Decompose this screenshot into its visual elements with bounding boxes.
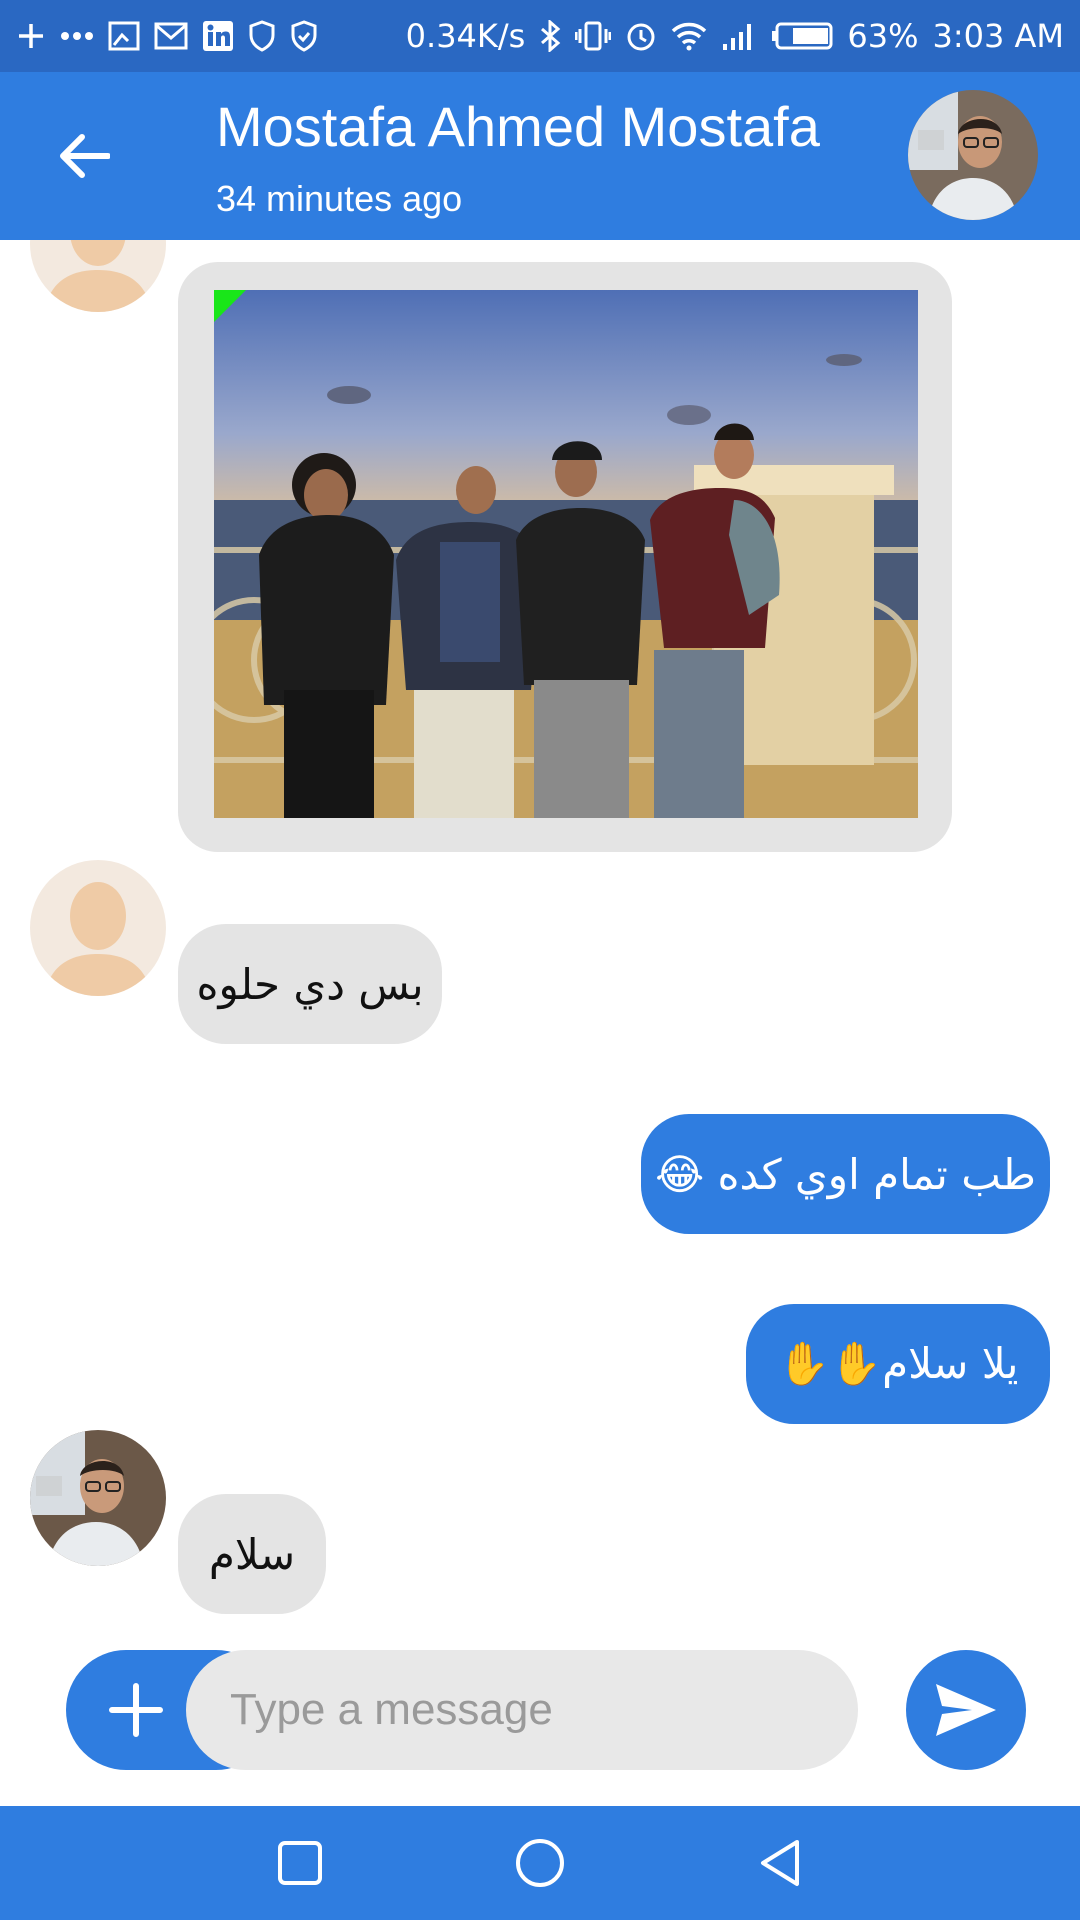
outgoing-message[interactable]: يلا سلام✋✋ — [746, 1304, 1050, 1424]
status-right-icons: 0.34K/s 63% 3:03 AM — [406, 17, 1064, 55]
battery-percent: 63% — [847, 17, 919, 55]
status-left-icons — [16, 20, 318, 52]
shield-check-icon — [290, 20, 318, 52]
contact-avatar-placeholder — [30, 860, 166, 996]
message-text: بس دي حلوه — [196, 959, 424, 1009]
home-button[interactable] — [500, 1823, 580, 1903]
message-input[interactable] — [186, 1650, 858, 1770]
more-dots-icon — [60, 31, 94, 41]
outgoing-message[interactable]: طب تمام اوي كده 😂 — [641, 1114, 1050, 1234]
plus-icon — [16, 21, 46, 51]
message-composer — [0, 1640, 1080, 1806]
linkedin-icon — [202, 20, 234, 52]
message-list[interactable]: بس دي حلوه طب تمام اوي كده 😂 يلا سلام✋✋ … — [0, 240, 1080, 1640]
plus-icon — [109, 1683, 163, 1737]
alarm-icon — [625, 20, 657, 52]
send-icon — [936, 1684, 996, 1736]
vibrate-icon — [575, 20, 612, 52]
bluetooth-icon — [539, 20, 561, 52]
send-button[interactable] — [906, 1650, 1026, 1770]
cast-icon — [108, 21, 140, 51]
clock: 3:03 AM — [932, 17, 1064, 55]
recents-button[interactable] — [260, 1823, 340, 1903]
status-bar: 0.34K/s 63% 3:03 AM — [0, 0, 1080, 72]
message-text: طب تمام اوي كده 😂 — [655, 1149, 1036, 1199]
circle-icon — [516, 1839, 564, 1887]
arrow-left-icon — [60, 134, 110, 178]
shared-photo[interactable] — [214, 290, 918, 818]
battery-icon — [771, 21, 833, 51]
triangle-back-icon — [761, 1840, 799, 1886]
contact-avatar-placeholder — [30, 240, 166, 312]
back-button[interactable] — [44, 116, 124, 196]
message-text: يلا سلام✋✋ — [777, 1339, 1019, 1388]
square-icon — [278, 1841, 322, 1885]
signal-icon — [721, 20, 757, 52]
incoming-message[interactable]: سلام — [178, 1494, 326, 1614]
contact-avatar[interactable] — [30, 1430, 166, 1566]
image-message[interactable] — [178, 262, 952, 852]
attach-button[interactable] — [66, 1650, 206, 1770]
system-nav-bar — [0, 1806, 1080, 1920]
network-speed: 0.34K/s — [405, 17, 526, 55]
last-seen: 34 minutes ago — [216, 178, 463, 219]
contact-avatar[interactable] — [908, 90, 1038, 220]
gmail-icon — [154, 22, 188, 50]
wifi-icon — [671, 21, 707, 51]
back-nav-button[interactable] — [740, 1823, 820, 1903]
shield-icon — [248, 20, 276, 52]
incoming-message[interactable]: بس دي حلوه — [178, 924, 442, 1044]
chat-header: Mostafa Ahmed Mostafa 34 minutes ago — [0, 72, 1080, 240]
contact-name[interactable]: Mostafa Ahmed Mostafa — [216, 94, 820, 159]
message-text: سلام — [208, 1529, 296, 1579]
